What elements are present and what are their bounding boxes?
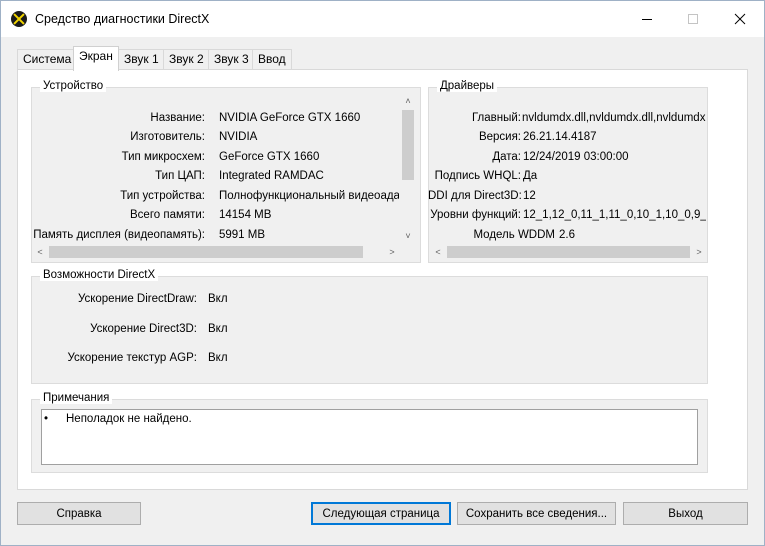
device-manufacturer-value: NVIDIA: [219, 131, 258, 143]
tab-input[interactable]: Ввод: [252, 49, 292, 70]
device-name-value: NVIDIA GeForce GTX 1660: [219, 112, 361, 124]
help-button[interactable]: Справка: [17, 502, 141, 525]
device-chip-type-label: Тип микросхем:: [121, 151, 205, 163]
whql-signature-value: Да: [523, 170, 538, 182]
feature-levels-label: Уровни функций:: [430, 209, 521, 221]
tab-system[interactable]: Система: [17, 49, 78, 70]
device-horizontal-scrollbar[interactable]: ˂ ˃: [33, 244, 399, 260]
title-bar: Средство диагностики DirectX: [1, 1, 764, 37]
minimize-icon: [642, 18, 652, 20]
wddm-model-value: 2.6: [559, 229, 575, 241]
total-memory-label: Всего памяти:: [130, 209, 205, 221]
agp-texture-accel-value: Вкл: [208, 352, 228, 364]
device-vertical-scrollbar[interactable]: ˄ ˅: [400, 94, 416, 243]
scroll-up-icon[interactable]: ˄: [400, 94, 416, 108]
minimize-button[interactable]: [624, 1, 670, 37]
display-memory-value: 5991 MB: [219, 229, 266, 241]
direct3d-accel-value: Вкл: [208, 323, 228, 335]
tab-display[interactable]: Экран: [73, 46, 119, 71]
scroll-down-icon[interactable]: ˅: [400, 229, 416, 243]
directx-app-icon: [11, 11, 27, 27]
driver-date-value: 12/24/2019 03:00:00: [523, 151, 629, 163]
device-manufacturer-label: Изготовитель:: [130, 131, 205, 143]
notes-text: Неполадок не найдено.: [66, 413, 192, 425]
driver-main-label: Главный:: [471, 112, 521, 124]
wddm-model-label: Модель WDDM: [473, 229, 555, 241]
save-all-info-button[interactable]: Сохранить все сведения...: [457, 502, 616, 525]
ddi-direct3d-label: DDI для Direct3D:: [428, 190, 522, 202]
driver-date-label: Дата:: [492, 151, 521, 163]
scroll-left-icon[interactable]: ˂: [431, 244, 445, 260]
tab-sound-1[interactable]: Звук 1: [118, 49, 165, 70]
scroll-right-icon[interactable]: ˃: [385, 244, 399, 260]
scroll-thumb[interactable]: [402, 110, 414, 180]
scroll-right-icon[interactable]: ˃: [692, 244, 706, 260]
driver-version-value: 26.21.14.4187: [523, 131, 597, 143]
feature-levels-value: 12_1,12_0,11_1,11_0,10_1,10_0,9_3: [523, 209, 706, 221]
notes-textbox[interactable]: • Неполадок не найдено.: [41, 409, 698, 465]
tab-sound-3[interactable]: Звук 3: [208, 49, 255, 70]
display-memory-label: Память дисплея (видеопамять):: [33, 229, 205, 241]
agp-texture-accel-label: Ускорение текстур AGP:: [67, 352, 197, 364]
driver-version-label: Версия:: [478, 131, 521, 143]
next-page-button[interactable]: Следующая страница: [311, 502, 451, 525]
device-chip-type-value: GeForce GTX 1660: [219, 151, 320, 163]
device-type-label: Тип устройства:: [120, 190, 205, 202]
notes-bullet: •: [44, 413, 49, 425]
directdraw-accel-label: Ускорение DirectDraw:: [77, 293, 197, 305]
drivers-horizontal-scrollbar[interactable]: ˂ ˃: [431, 244, 706, 260]
scroll-thumb[interactable]: [447, 246, 690, 258]
drivers-group-title: Драйверы: [437, 80, 498, 92]
device-dac-type-label: Тип ЦАП:: [155, 170, 205, 182]
directx-features-title: Возможности DirectX: [40, 269, 159, 281]
close-button[interactable]: [717, 1, 763, 37]
directdraw-accel-value: Вкл: [208, 293, 228, 305]
driver-main-value: nvldumdx.dll,nvldumdx.dll,nvldumdx.d: [522, 112, 706, 124]
device-name-label: Название:: [150, 112, 205, 124]
exit-button[interactable]: Выход: [623, 502, 748, 525]
notes-group-title: Примечания: [40, 392, 113, 404]
maximize-icon: [688, 14, 698, 24]
ddi-direct3d-value: 12: [523, 190, 536, 202]
scroll-left-icon[interactable]: ˂: [33, 244, 47, 260]
total-memory-value: 14154 MB: [219, 209, 272, 221]
device-dac-type-value: Integrated RAMDAC: [219, 170, 324, 182]
window-title: Средство диагностики DirectX: [35, 12, 210, 26]
scroll-thumb[interactable]: [49, 246, 363, 258]
whql-signature-label: Подпись WHQL:: [434, 170, 521, 182]
close-icon: [734, 13, 746, 25]
device-group-title: Устройство: [40, 80, 107, 92]
device-type-value: Полнофункциональный видеоадап: [219, 190, 399, 202]
maximize-button[interactable]: [670, 1, 716, 37]
dxdiag-window: Средство диагностики DirectX Система Экр…: [0, 0, 765, 546]
direct3d-accel-label: Ускорение Direct3D:: [90, 323, 197, 335]
tab-sound-2[interactable]: Звук 2: [163, 49, 210, 70]
